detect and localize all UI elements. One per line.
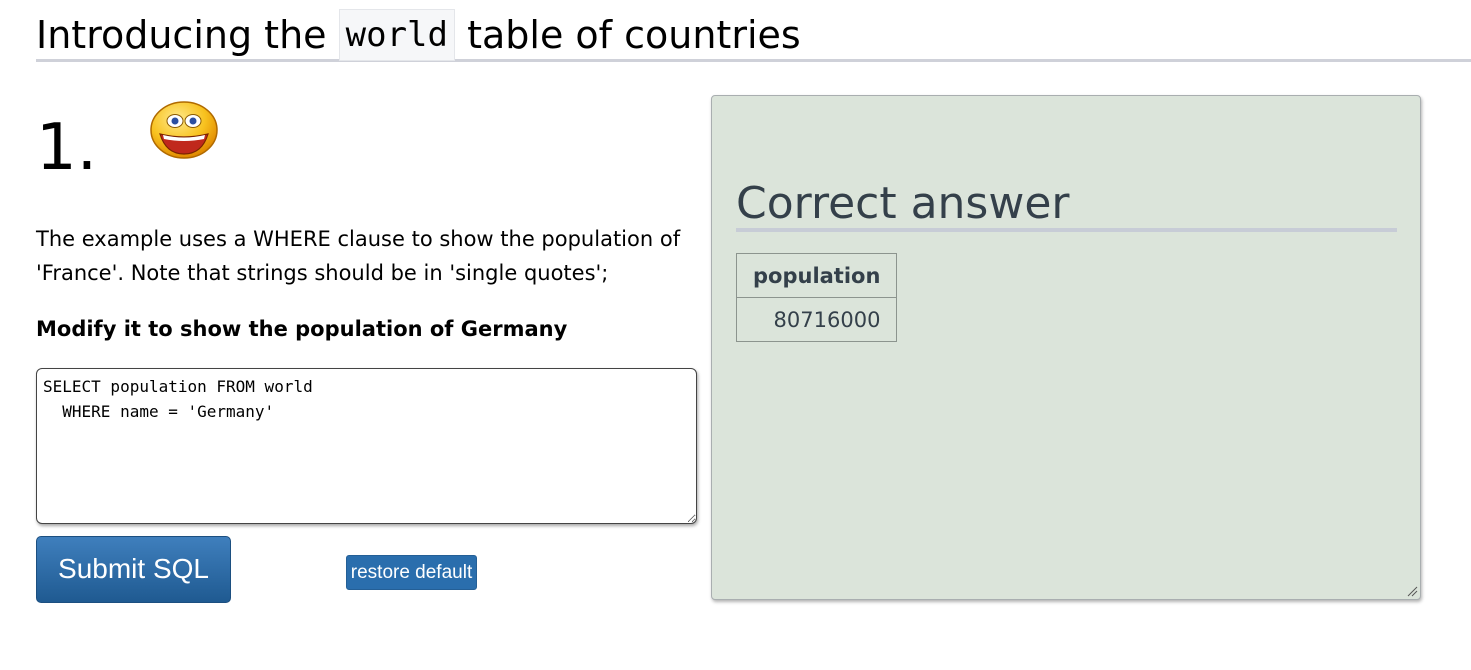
title-prefix: Introducing the [36, 13, 327, 57]
title-suffix: table of countries [467, 13, 801, 57]
question-description: The example uses a WHERE clause to show … [36, 227, 681, 285]
answer-panel: Correct answer population 80716000 [711, 95, 1421, 600]
smiley-face-icon [150, 101, 218, 159]
question-task: Modify it to show the population of Germ… [36, 317, 568, 341]
restore-default-button[interactable]: restore default [346, 555, 477, 590]
submit-sql-button[interactable]: Submit SQL [36, 536, 231, 603]
question-number: 1. [36, 111, 98, 185]
page-title: Introducing the world table of countries [36, 8, 1471, 62]
result-table: population 80716000 [735, 253, 898, 342]
table-row: 80716000 [735, 297, 898, 342]
table-header-row: population [735, 253, 898, 298]
title-code: world [338, 9, 455, 61]
resize-grip-icon[interactable] [1406, 585, 1418, 597]
answer-heading: Correct answer [736, 176, 1397, 232]
table-cell: 80716000 [735, 297, 898, 342]
sql-editor[interactable]: SELECT population FROM world WHERE name … [36, 368, 697, 524]
column-header-population: population [735, 253, 898, 298]
